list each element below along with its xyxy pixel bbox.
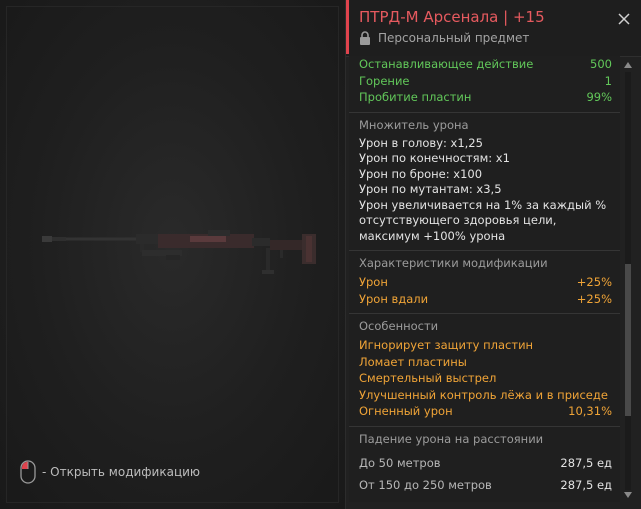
feature-text: Улучшенный контроль лёжа и в приседе <box>359 387 608 402</box>
stat-row: Горение 1 <box>359 73 612 90</box>
fire-damage-row: Огненный урон 10,31% <box>359 403 612 420</box>
multiplier-line: Урон по мутантам: x3,5 <box>359 182 502 196</box>
damage-multiplier-section: Множитель урона Урон в голову: x1,25 Уро… <box>349 112 620 251</box>
mouse-icon <box>20 460 36 484</box>
personal-item-label: Персональный предмет <box>378 31 530 45</box>
feature-text: Смертельный выстрел <box>359 371 497 385</box>
close-icon[interactable] <box>617 12 631 26</box>
falloff-label: До 50 метров <box>359 455 441 470</box>
section-heading: Характеристики модификации <box>359 256 548 270</box>
feature-item: Ломает пластины <box>359 354 612 371</box>
stat-label: Пробитие пластин <box>359 90 472 104</box>
item-subtitle: Персональный предмет <box>359 31 529 45</box>
stat-label: Останавливающее действие <box>359 57 534 71</box>
feature-item: Смертельный выстрел <box>359 370 612 387</box>
item-tooltip: ПТРД-М Арсенала | +15 Персональный предм… <box>346 0 641 509</box>
multiplier-line: Урон по броне: x100 <box>359 166 483 181</box>
feature-item: Игнорирует защиту пластин <box>359 337 612 354</box>
item-title: ПТРД-М Арсенала | +15 <box>359 8 545 26</box>
stat-value: 1 <box>604 73 612 88</box>
falloff-value: 287,5 ед <box>560 477 612 492</box>
feature-item: Улучшенный контроль лёжа и в приседе <box>359 387 612 404</box>
fire-damage-value: 10,31% <box>568 404 612 418</box>
multiplier-line: Урон в голову: x1,25 <box>359 135 483 150</box>
multiplier-line: Урон по конечностям: x1 <box>359 151 510 165</box>
weapon-preview-panel: - Открыть модификацию <box>0 0 346 509</box>
tooltip-content[interactable]: Останавливающее действие 500 Горение 1 П… <box>349 56 620 509</box>
hint-text: - Открыть модификацию <box>42 465 201 479</box>
falloff-row: От 150 до 250 метров 287,5 ед <box>359 474 612 496</box>
multiplier-line: максимум +100% урона <box>359 228 506 243</box>
stat-value: 99% <box>586 90 612 104</box>
lock-icon <box>360 31 370 45</box>
mod-value: +25% <box>576 275 612 289</box>
multiplier-line: Урон увеличивается на 1% за каждый % <box>359 197 607 212</box>
rarity-accent-bar <box>346 0 349 54</box>
modification-row: Урон вдали +25% <box>359 291 612 308</box>
stat-row: Пробитие пластин 99% <box>359 89 612 106</box>
feature-text: Игнорирует защиту пластин <box>359 338 534 352</box>
section-heading: Особенности <box>359 319 439 333</box>
weapon-image[interactable] <box>40 222 322 276</box>
stat-label: Горение <box>359 73 410 88</box>
mod-label: Урон вдали <box>359 291 429 306</box>
falloff-section: Падение урона на расстоянии До 50 метров… <box>349 426 620 502</box>
modification-row: Урон +25% <box>359 274 612 291</box>
falloff-label: От 150 до 250 метров <box>359 477 492 492</box>
stats-section: Останавливающее действие 500 Горение 1 П… <box>349 56 620 113</box>
falloff-row: До 50 метров 287,5 ед <box>359 452 612 474</box>
features-section: Особенности Игнорирует защиту пластин Ло… <box>349 314 620 427</box>
modification-section: Характеристики модификации Урон +25% Уро… <box>349 251 620 314</box>
tooltip-header: ПТРД-М Арсенала | +15 Персональный предм… <box>346 0 641 57</box>
mod-label: Урон <box>359 275 388 289</box>
falloff-value: 287,5 ед <box>560 455 612 470</box>
scrollbar-thumb[interactable] <box>625 264 631 416</box>
section-heading: Множитель урона <box>359 117 469 132</box>
open-modification-hint: - Открыть модификацию <box>20 458 200 486</box>
scroll-down-arrow-icon[interactable] <box>624 492 632 498</box>
scrollbar-track[interactable] <box>625 72 631 490</box>
mod-value: +25% <box>576 291 612 306</box>
fire-damage-label: Огненный урон <box>359 404 453 418</box>
section-heading: Падение урона на расстоянии <box>359 431 544 446</box>
feature-text: Ломает пластины <box>359 354 467 369</box>
stat-row: Останавливающее действие 500 <box>359 56 612 73</box>
multiplier-line: отсутствующего здоровья цели, <box>359 213 557 227</box>
stat-value: 500 <box>590 57 612 71</box>
scroll-up-arrow-icon[interactable] <box>624 62 632 68</box>
